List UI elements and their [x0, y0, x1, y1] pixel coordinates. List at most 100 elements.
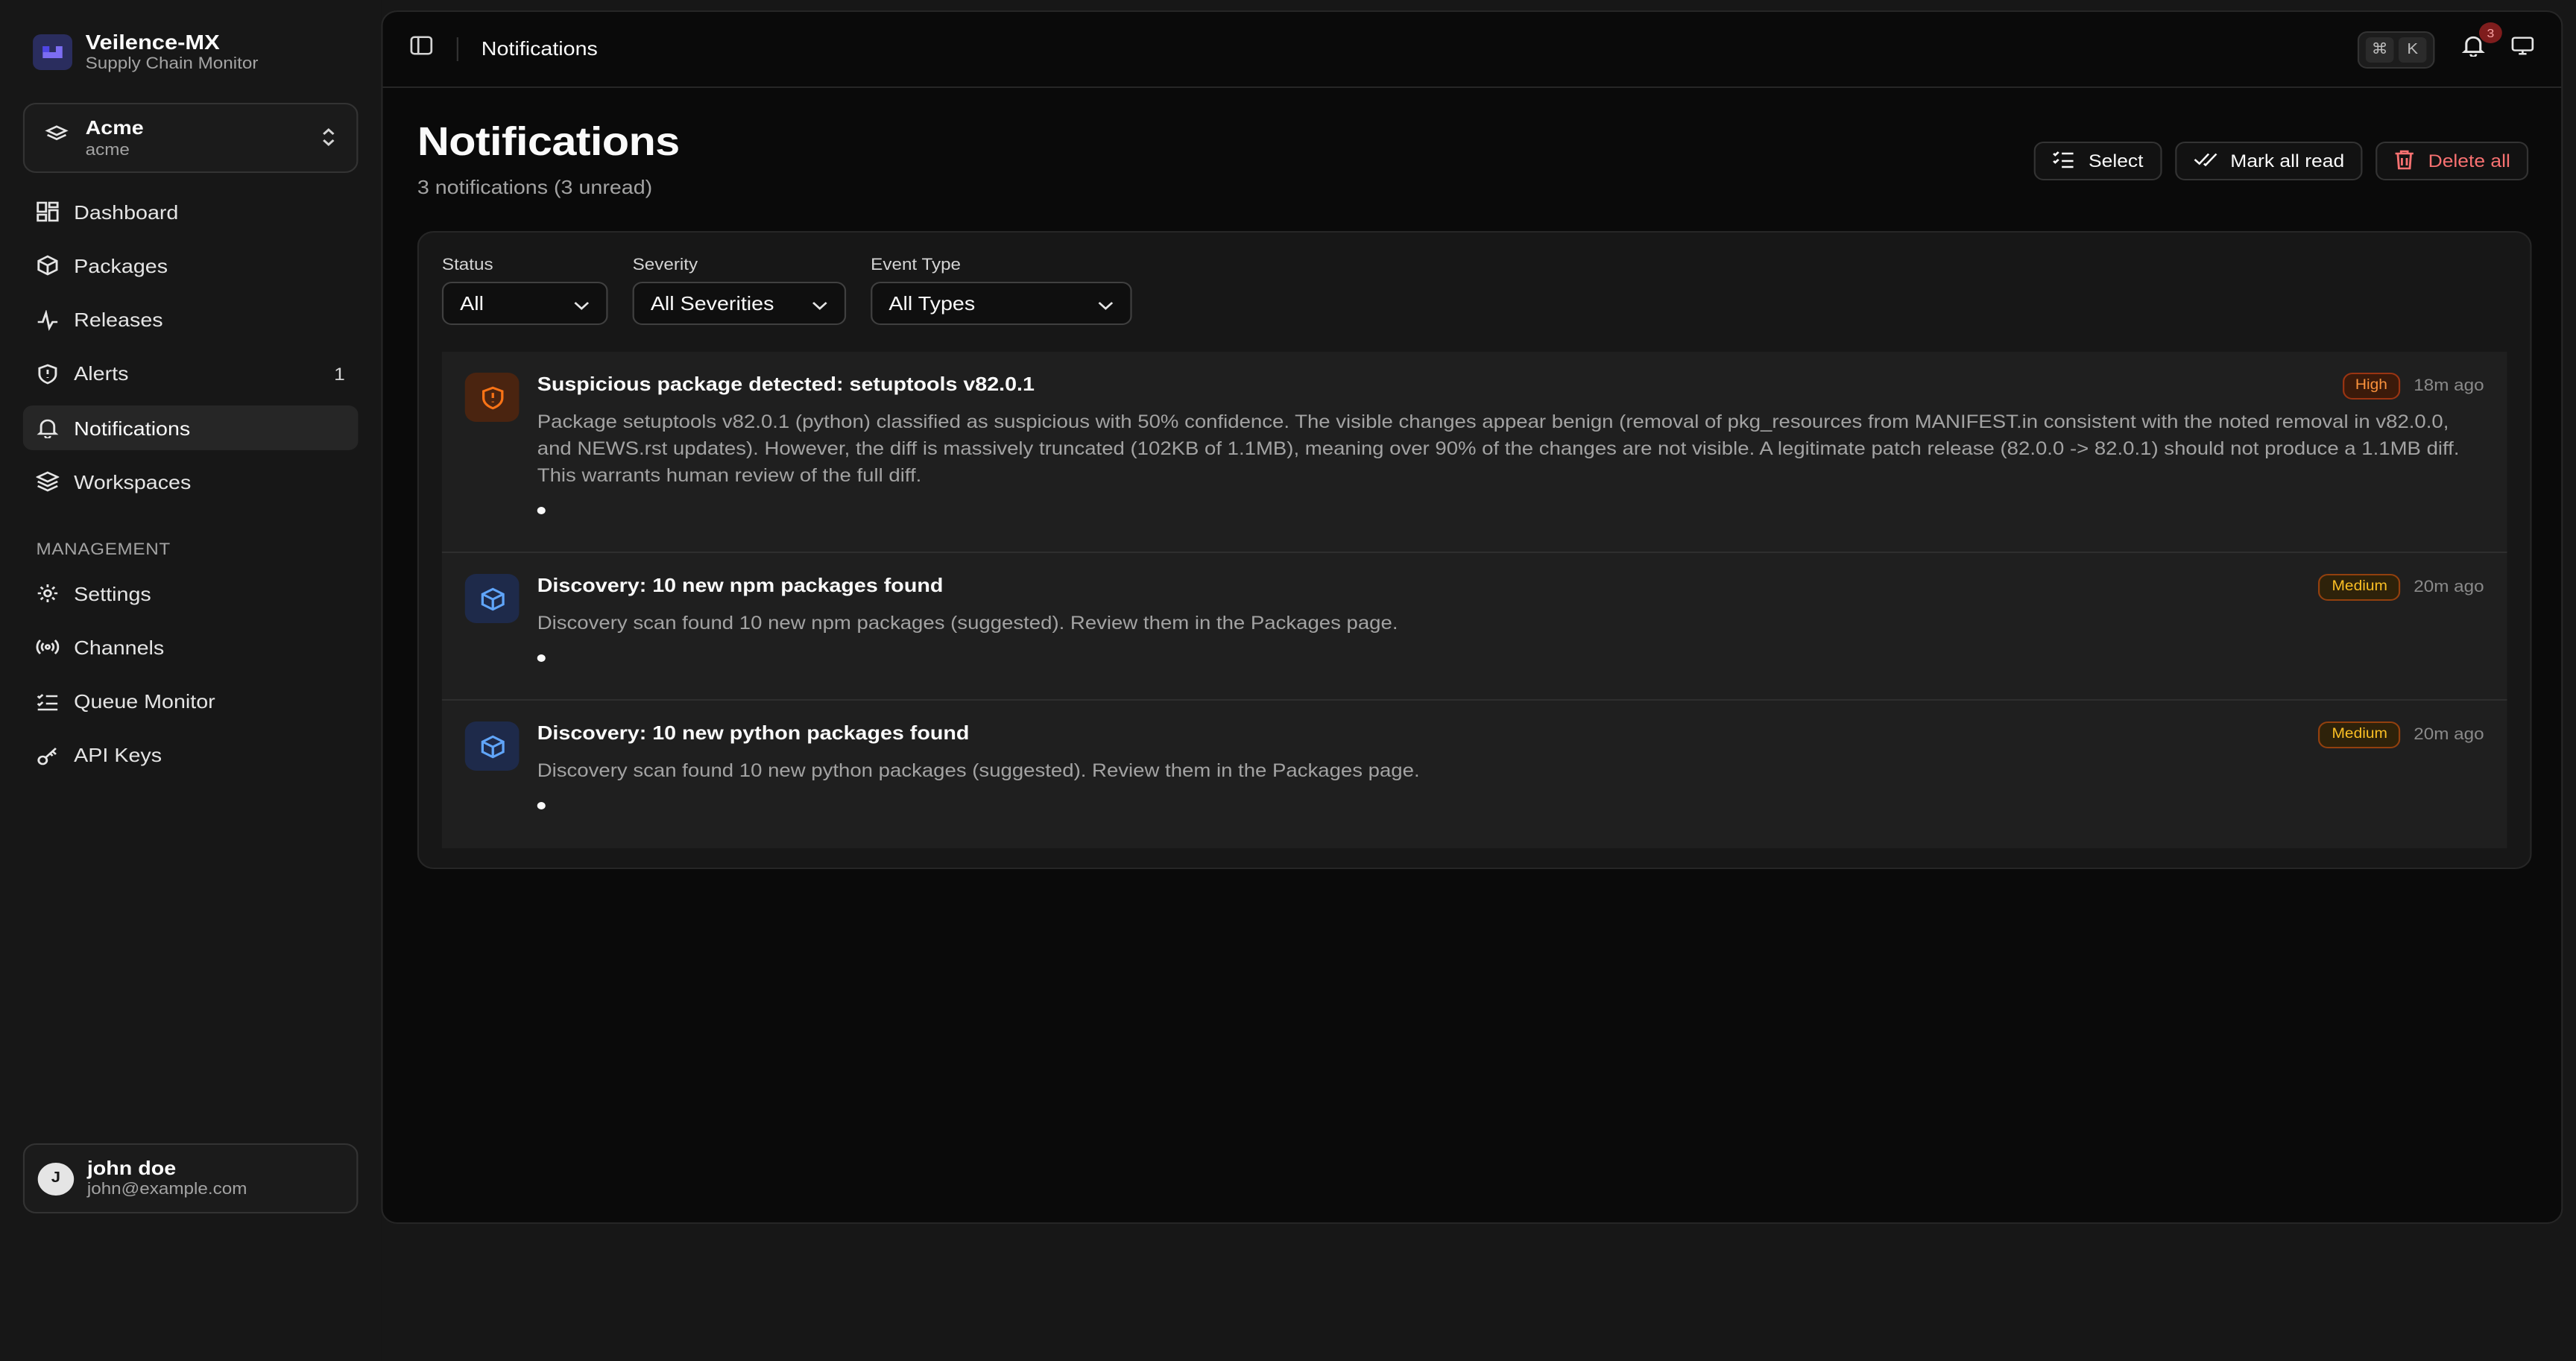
sidebar-toggle-icon[interactable] [409, 34, 434, 64]
event-type-filter: Event Type All Types [871, 256, 1132, 325]
severity-select[interactable]: All Severities [632, 282, 847, 325]
notification-list: Suspicious package detected: setuptools … [441, 352, 2507, 848]
sidebar: Veilence-MX Supply Chain Monitor Acme ac… [0, 0, 382, 1361]
page-actions: Select Mark all read Delete all [2034, 142, 2529, 180]
sidebar-item-workspaces[interactable]: Workspaces [23, 460, 359, 505]
radio-icon [36, 637, 60, 658]
unread-indicator [537, 507, 546, 514]
status-select[interactable]: All [441, 282, 608, 325]
user-name: john doe [86, 1157, 177, 1179]
bell-count-badge: 3 [2478, 22, 2502, 43]
user-menu[interactable]: J john doe john@example.com [22, 1143, 359, 1213]
notification-meta: Medium 20m ago [2318, 721, 2484, 748]
select-button[interactable]: Select [2034, 142, 2162, 180]
sidebar-item-dashboard[interactable]: Dashboard [23, 189, 359, 234]
notifications-bell-button[interactable]: 3 [2457, 22, 2502, 63]
shield-alert-icon [464, 373, 520, 422]
chevron-up-down-icon [321, 126, 337, 150]
sidebar-item-label: Settings [74, 582, 151, 604]
notification-body: Package setuptools v82.0.1 (python) clas… [537, 411, 2460, 486]
sidebar-item-alerts[interactable]: Alerts 1 [23, 352, 359, 397]
page-title: Notifications [417, 119, 680, 164]
package-icon [464, 721, 520, 771]
severity-select-value: All Severities [650, 292, 774, 315]
notification-body: Discovery scan found 10 new python packa… [537, 760, 1420, 781]
brand-logo-icon [33, 34, 72, 70]
severity-badge: High [2342, 373, 2401, 400]
notification-item[interactable]: Discovery: 10 new npm packages found Dis… [441, 553, 2507, 701]
topbar: Notifications ⌘ K 3 [382, 12, 2562, 88]
sidebar-item-label: API Keys [74, 744, 162, 767]
management-nav: Settings Channels Queue Monitor API Keys [23, 571, 359, 787]
notification-body: Discovery scan found 10 new npm packages… [537, 613, 1398, 634]
mark-all-read-label: Mark all read [2230, 151, 2345, 171]
sidebar-item-notifications[interactable]: Notifications [22, 405, 359, 451]
chevron-down-icon [1097, 292, 1114, 315]
activity-icon [36, 309, 59, 331]
management-section-label: MANAGEMENT [36, 541, 171, 559]
brand-name: Veilence-MX [85, 30, 220, 54]
notification-title: Discovery: 10 new python packages found [537, 721, 970, 744]
kbd-command: ⌘ [2365, 37, 2394, 62]
package-icon [36, 256, 59, 277]
select-button-label: Select [2088, 151, 2144, 171]
list-icon [36, 691, 59, 712]
sidebar-item-label: Releases [74, 309, 163, 332]
workspace-name: Acme [85, 116, 144, 138]
trash-icon [2393, 148, 2415, 174]
workspace-switcher[interactable]: Acme acme [22, 103, 359, 173]
page-subtitle: 3 notifications (3 unread) [417, 176, 653, 198]
sidebar-item-api-keys[interactable]: API Keys [23, 733, 359, 778]
status-filter: Status All [441, 256, 608, 325]
chevron-down-icon [812, 292, 828, 315]
chevron-down-icon [573, 292, 590, 315]
sidebar-item-channels[interactable]: Channels [23, 625, 359, 670]
event-type-select[interactable]: All Types [871, 282, 1132, 325]
bell-icon [36, 417, 59, 439]
brand-subtitle: Supply Chain Monitor [85, 55, 259, 73]
delete-all-button[interactable]: Delete all [2375, 142, 2529, 180]
severity-badge: Medium [2318, 721, 2401, 748]
sidebar-item-label: Workspaces [74, 470, 192, 493]
monitor-icon[interactable] [2510, 34, 2535, 64]
notifications-panel: Status All Severity All Severities Event… [417, 231, 2532, 869]
brand[interactable]: Veilence-MX Supply Chain Monitor [33, 30, 258, 75]
unread-indicator [537, 654, 546, 662]
sidebar-item-label: Notifications [74, 417, 191, 440]
notification-item[interactable]: Discovery: 10 new python packages found … [441, 701, 2507, 848]
notification-title: Suspicious package detected: setuptools … [537, 373, 1035, 395]
layers-icon [45, 123, 69, 153]
sidebar-item-label: Dashboard [74, 200, 179, 223]
alerts-count-badge: 1 [334, 363, 345, 385]
sidebar-item-queue-monitor[interactable]: Queue Monitor [23, 679, 359, 724]
sidebar-nav: Dashboard Packages Releases Alerts 1 Not… [22, 189, 359, 514]
sidebar-item-label: Packages [74, 254, 168, 277]
status-filter-label: Status [441, 256, 493, 274]
notification-time: 20m ago [2414, 726, 2484, 744]
user-email: john@example.com [86, 1181, 247, 1199]
dashboard-icon [36, 201, 59, 222]
main-panel: Notifications ⌘ K 3 Notifications 3 noti… [381, 10, 2563, 1224]
notification-meta: High 18m ago [2342, 373, 2484, 400]
app-root: Veilence-MX Supply Chain Monitor Acme ac… [0, 0, 2576, 1361]
notification-time: 18m ago [2414, 377, 2484, 395]
package-icon [464, 574, 520, 623]
double-check-icon [2193, 150, 2217, 172]
command-palette-button[interactable]: ⌘ K [2357, 31, 2435, 68]
notification-time: 20m ago [2414, 578, 2484, 596]
mark-all-read-button[interactable]: Mark all read [2174, 142, 2363, 180]
breadcrumb: Notifications [456, 37, 598, 61]
sidebar-item-settings[interactable]: Settings [23, 571, 359, 616]
key-icon [36, 745, 59, 766]
sidebar-item-packages[interactable]: Packages [23, 244, 359, 288]
avatar: J [37, 1162, 75, 1195]
gear-icon [36, 583, 59, 604]
list-checks-icon [2052, 148, 2075, 174]
sidebar-item-releases[interactable]: Releases [23, 297, 359, 342]
filters: Status All Severity All Severities Event… [441, 256, 1132, 325]
notification-item[interactable]: Suspicious package detected: setuptools … [441, 352, 2507, 553]
notification-title: Discovery: 10 new npm packages found [537, 574, 944, 596]
delete-all-label: Delete all [2428, 151, 2510, 171]
notification-meta: Medium 20m ago [2318, 574, 2484, 601]
sidebar-item-label: Queue Monitor [74, 690, 215, 713]
